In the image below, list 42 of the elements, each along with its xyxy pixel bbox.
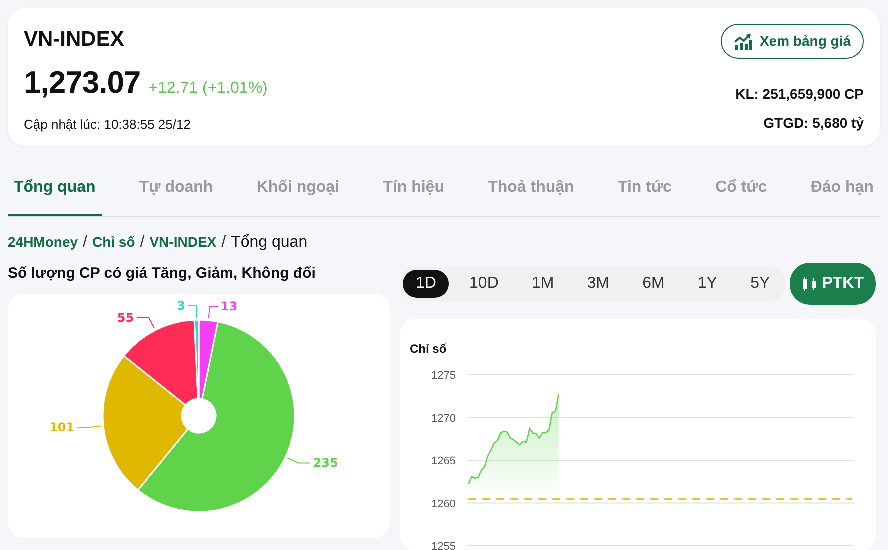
breadcrumb-link[interactable]: Chỉ số — [92, 234, 136, 250]
volume-text: KL: 251,659,900 CP — [736, 85, 864, 104]
chart-title: Chỉ số — [410, 342, 447, 356]
range-tab[interactable]: 1D — [403, 270, 450, 298]
axis-tick-label: 1275 — [432, 370, 456, 382]
range-tab[interactable]: 6M — [630, 270, 678, 298]
leader-line — [208, 306, 219, 318]
range-tab[interactable]: 5Y — [738, 270, 784, 298]
breadcrumb-separator: / — [140, 234, 145, 251]
range-tab[interactable]: 1Y — [684, 270, 730, 298]
chart-icon — [734, 34, 752, 50]
axis-tick-label: 1270 — [432, 412, 456, 425]
range-tab[interactable]: 3M — [574, 270, 623, 298]
price-change: +12.71 (+1.01%) — [148, 78, 268, 98]
axis-tick-label: 1265 — [432, 456, 456, 468]
leader-line — [136, 316, 156, 329]
breadcrumb-link[interactable]: VN-INDEX — [150, 234, 217, 250]
update-time: Cập nhật lúc: 10:38:55 25/12 — [24, 116, 192, 134]
panel-title: Số lượng CP có giá Tăng, Giảm, Không đổi — [8, 264, 317, 284]
leader-line — [188, 305, 198, 318]
leader-line — [287, 457, 311, 464]
breadcrumb-separator: / — [83, 234, 88, 251]
breadcrumb-current: Tổng quan — [231, 234, 308, 251]
data-label: 55 — [117, 310, 134, 324]
technical-analysis-button[interactable]: PTKT — [790, 263, 876, 305]
trade-value-text: GTGD: 5,680 tỷ — [764, 114, 864, 133]
index-price: 1,273.07 — [24, 64, 141, 102]
axis-tick-label: 1255 — [432, 541, 456, 550]
axis-tick-label: 1260 — [432, 498, 456, 510]
data-label: 3 — [177, 298, 186, 313]
data-label: 235 — [313, 456, 338, 470]
price-board-button[interactable]: Xem bảng giá — [720, 24, 864, 59]
index-title: VN-INDEX — [24, 27, 126, 53]
range-tab[interactable]: 10D — [456, 270, 512, 298]
tab[interactable]: Tổng quan — [8, 164, 102, 216]
leader-line — [77, 425, 102, 428]
breadcrumb-link[interactable]: 24HMoney — [8, 234, 78, 250]
candlestick-icon — [802, 277, 818, 291]
range-tab[interactable]: 1M — [518, 270, 568, 298]
data-label: 13 — [221, 299, 238, 314]
breadcrumb-separator: / — [222, 234, 226, 251]
data-label: 101 — [50, 420, 75, 434]
